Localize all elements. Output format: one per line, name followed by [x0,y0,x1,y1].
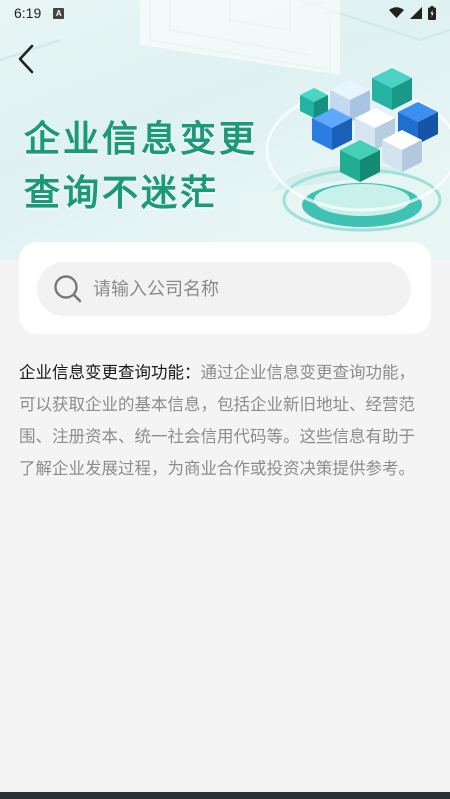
bottom-bar [0,792,450,799]
search-input[interactable] [93,278,383,300]
wifi-icon [389,7,404,18]
search-icon [54,275,82,303]
signal-icon [410,7,422,19]
header-banner: 企业信息变更 查询不迷茫 [0,0,450,260]
status-bar: 6:19 A [0,0,450,26]
search-box[interactable] [37,262,411,316]
banner-title-line-2: 查询不迷茫 [24,173,220,214]
banner-title-line-1: 企业信息变更 [24,119,259,160]
status-icons [389,6,436,20]
back-button[interactable] [12,42,42,76]
description-label: 企业信息变更查询功能： [19,363,201,382]
feature-description: 企业信息变更查询功能：通过企业信息变更查询功能，可以获取企业的基本信息，包括企业… [19,357,431,485]
status-time: 6:19 [14,5,42,21]
battery-icon [428,6,436,20]
chevron-left-icon [18,44,34,74]
search-card [19,242,431,334]
notification-badge: A [53,7,65,19]
